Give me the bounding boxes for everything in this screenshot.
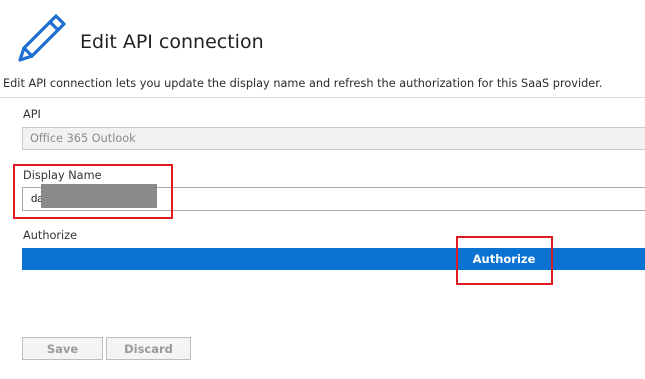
display-name-label: Display Name <box>23 169 102 182</box>
page-title: Edit API connection <box>80 31 264 53</box>
save-button[interactable]: Save <box>22 337 103 360</box>
api-field: Office 365 Outlook <box>22 127 645 150</box>
api-label: API <box>23 108 41 121</box>
authorize-bar[interactable] <box>22 248 645 270</box>
edit-api-connection-panel: Edit API connection Edit API connection … <box>0 0 645 379</box>
authorize-button[interactable]: Authorize <box>461 248 547 270</box>
discard-button[interactable]: Discard <box>106 337 191 360</box>
page-description: Edit API connection lets you update the … <box>3 77 603 90</box>
authorize-label: Authorize <box>23 229 78 242</box>
pencil-icon <box>18 14 66 62</box>
redaction-block <box>41 184 157 208</box>
divider <box>0 97 645 98</box>
